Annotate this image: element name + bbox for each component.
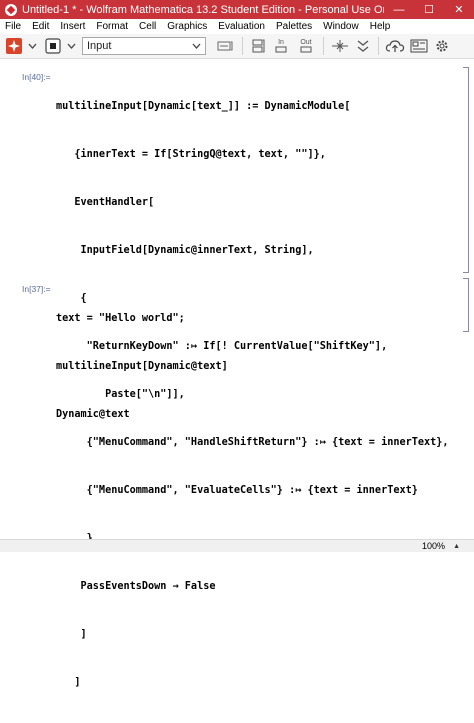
evaluate-icon: [6, 38, 22, 54]
toolbar: Input In Out: [0, 34, 474, 59]
code-line: Dynamic@text: [56, 409, 130, 420]
code-line: EventHandler[: [56, 197, 155, 208]
in-cell-button[interactable]: In: [269, 36, 293, 56]
split-icon: [332, 40, 348, 52]
image-button[interactable]: [407, 36, 431, 56]
cloud-button[interactable]: [383, 36, 407, 56]
code-line: multilineInput[Dynamic@text]: [56, 361, 228, 372]
input-cell-code[interactable]: text = "Hello world"; multilineInput[Dyn…: [56, 279, 228, 455]
menu-edit[interactable]: Edit: [27, 21, 55, 32]
chevron-down-icon: [67, 43, 75, 49]
style-chevron-icon: [192, 43, 201, 49]
merge-icon: [357, 40, 369, 52]
cell-format-button[interactable]: [212, 36, 238, 56]
menu-help[interactable]: Help: [365, 21, 397, 32]
abort-button[interactable]: [42, 36, 64, 56]
toolbar-divider: [378, 37, 379, 55]
zoom-level[interactable]: 100%: [422, 541, 445, 551]
abort-icon: [45, 38, 61, 54]
mathematica-logo-icon: [5, 3, 17, 16]
maximize-button[interactable]: ☐: [414, 0, 444, 19]
menu-window[interactable]: Window: [318, 21, 365, 32]
code-line: text = "Hello world";: [56, 313, 185, 324]
in-arrow-icon: [275, 46, 287, 53]
code-line: {innerText = If[StringQ@text, text, ""]}…: [56, 149, 326, 160]
chevron-down-icon: [28, 43, 36, 49]
cell-bracket[interactable]: [463, 278, 469, 332]
cell-group-icon: [252, 39, 265, 53]
evaluate-button[interactable]: [3, 36, 25, 56]
menu-bar: File Edit Insert Format Cell Graphics Ev…: [0, 19, 474, 34]
cell-style-dropdown[interactable]: Input: [82, 37, 206, 55]
minimize-button[interactable]: —: [384, 0, 414, 19]
code-line: multilineInput[Dynamic[text_]] := Dynami…: [56, 101, 351, 112]
code-line: PassEventsDown → False: [56, 581, 216, 592]
image-icon: [410, 39, 428, 53]
in-out-icon: [300, 46, 312, 53]
toolbar-divider: [242, 37, 243, 55]
split-cell-button[interactable]: [328, 36, 352, 56]
menu-graphics[interactable]: Graphics: [162, 21, 213, 32]
cell-format-icon: [217, 41, 233, 51]
title-bar: Untitled-1 * - Wolfram Mathematica 13.2 …: [0, 0, 474, 19]
code-line: ]: [56, 677, 81, 688]
merge-cell-button[interactable]: [352, 36, 374, 56]
window-title: Untitled-1 * - Wolfram Mathematica 13.2 …: [22, 3, 384, 16]
menu-cell[interactable]: Cell: [134, 21, 162, 32]
cell-style-value: Input: [87, 40, 112, 52]
notebook-area[interactable]: In[40]:= multilineInput[Dynamic[text_]] …: [0, 59, 474, 688]
menu-format[interactable]: Format: [91, 21, 134, 32]
abort-menu-button[interactable]: [64, 36, 78, 56]
input-label: In[40]:=: [22, 72, 51, 82]
input-label: In[37]:=: [22, 284, 51, 294]
menu-evaluation[interactable]: Evaluation: [213, 21, 271, 32]
menu-palettes[interactable]: Palettes: [271, 21, 318, 32]
status-bar: 100% ▲: [0, 539, 474, 552]
menu-file[interactable]: File: [0, 21, 27, 32]
zoom-menu-icon[interactable]: ▲: [453, 543, 460, 550]
gear-icon: [436, 40, 448, 52]
code-line: ]: [56, 629, 87, 640]
settings-button[interactable]: [431, 36, 453, 56]
toolbar-divider: [323, 37, 324, 55]
cloud-icon: [385, 40, 405, 52]
cell-bracket[interactable]: [463, 67, 469, 273]
cell-group-button[interactable]: [247, 36, 269, 56]
evaluate-menu-button[interactable]: [25, 36, 39, 56]
code-line: InputField[Dynamic@innerText, String],: [56, 245, 314, 256]
menu-insert[interactable]: Insert: [55, 21, 91, 32]
out-button-label: Out: [300, 39, 312, 46]
close-button[interactable]: ✕: [444, 0, 474, 19]
code-line: {"MenuCommand", "EvaluateCells"} :↦ {tex…: [56, 485, 418, 496]
in-button-label: In: [278, 39, 284, 46]
out-cell-button[interactable]: Out: [293, 36, 319, 56]
